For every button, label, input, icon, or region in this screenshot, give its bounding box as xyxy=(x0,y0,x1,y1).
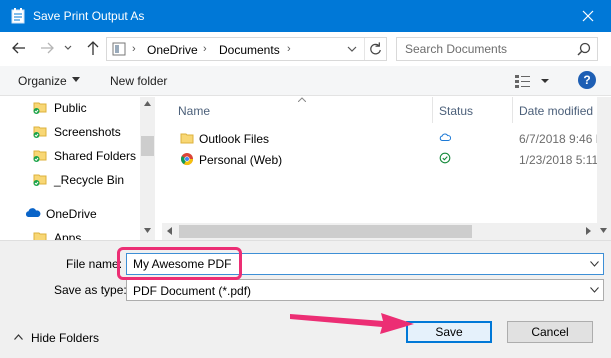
scroll-right-icon[interactable] xyxy=(586,227,591,235)
organize-caret-icon[interactable] xyxy=(72,77,80,83)
pointer-arrow-annotation xyxy=(290,313,414,334)
nav-item-label: Shared Folders xyxy=(54,149,137,163)
cancel-button[interactable]: Cancel xyxy=(507,321,593,343)
nav-item-label: OneDrive xyxy=(46,207,97,221)
nav-item-label: Screenshots xyxy=(54,125,121,139)
refresh-icon[interactable] xyxy=(364,38,386,60)
save-as-type-value: PDF Document (*.pdf) xyxy=(133,284,252,298)
nav-item-label: _Recycle Bin xyxy=(54,173,125,187)
save-options-panel: File name: Save as type: PDF Document (*… xyxy=(0,240,611,358)
cloud-status-icon xyxy=(439,133,451,141)
column-header-label: Date modified xyxy=(519,104,594,118)
hide-folders-button[interactable]: Hide Folders xyxy=(14,330,114,346)
back-button[interactable] xyxy=(10,40,28,56)
column-header-label: Status xyxy=(439,104,474,118)
folder-synced-icon xyxy=(33,102,47,114)
address-dropdown-icon[interactable] xyxy=(342,41,362,57)
save-as-type-select[interactable]: PDF Document (*.pdf) xyxy=(126,279,604,301)
breadcrumb-onedrive[interactable]: OneDrive xyxy=(147,43,198,57)
scrollbar-thumb[interactable] xyxy=(179,225,472,238)
window-title: Save Print Output As xyxy=(33,9,145,23)
nav-item-label: Apps xyxy=(54,231,82,240)
folder-icon xyxy=(33,232,47,240)
breadcrumb-separator[interactable]: › xyxy=(132,43,136,55)
check-status-icon xyxy=(439,152,451,164)
folder-icon xyxy=(180,133,194,144)
file-name-highlight xyxy=(117,247,242,280)
nav-item-apps[interactable]: Apps xyxy=(0,227,140,240)
location-icon xyxy=(112,42,126,56)
nav-item-label: Public xyxy=(54,101,87,115)
new-folder-button[interactable]: New folder xyxy=(110,74,167,88)
recent-locations-icon[interactable] xyxy=(62,40,74,56)
search-box[interactable] xyxy=(396,37,598,61)
save-as-type-label: Save as type: xyxy=(54,283,127,297)
navigation-scrollbar[interactable] xyxy=(140,97,155,240)
scrollbar-thumb[interactable] xyxy=(141,136,154,156)
search-input[interactable] xyxy=(397,38,569,60)
chevron-up-icon xyxy=(14,334,23,340)
notepad-icon xyxy=(11,8,25,24)
folder-synced-icon xyxy=(33,174,47,186)
scroll-up-icon[interactable] xyxy=(144,101,151,106)
nav-item-screenshots[interactable]: Screenshots xyxy=(0,121,140,143)
close-button[interactable] xyxy=(565,0,611,32)
hide-folders-label: Hide Folders xyxy=(31,331,100,345)
file-list: Name Status Date modified Outlook Files … xyxy=(162,97,611,240)
vertical-scrollbar[interactable] xyxy=(597,97,611,240)
title-bar: Save Print Output As xyxy=(0,0,611,32)
horizontal-scrollbar[interactable] xyxy=(162,223,597,240)
scroll-down-icon[interactable] xyxy=(144,228,151,233)
breadcrumb-separator[interactable]: › xyxy=(287,43,291,55)
help-button[interactable]: ? xyxy=(578,71,596,89)
column-header-label: Name xyxy=(178,104,211,118)
file-name-label: File name: xyxy=(66,257,123,271)
browser-icon xyxy=(180,153,193,166)
chevron-down-icon[interactable] xyxy=(590,261,599,267)
save-button[interactable]: Save xyxy=(406,321,492,343)
up-button[interactable] xyxy=(84,40,102,56)
cloud-icon xyxy=(25,208,41,217)
nav-item-shared-folders[interactable]: Shared Folders xyxy=(0,145,140,167)
nav-item-public[interactable]: Public xyxy=(0,97,140,119)
file-row-outlook-files[interactable]: Outlook Files 6/7/2018 9:46 PM xyxy=(162,128,611,148)
organize-button[interactable]: Organize xyxy=(18,74,67,88)
file-row-personal-web[interactable]: Personal (Web) 1/23/2018 5:11 PM xyxy=(162,149,611,169)
command-bar: Organize New folder ? xyxy=(0,66,611,96)
file-name: Personal (Web) xyxy=(199,153,283,167)
sort-ascending-icon xyxy=(298,97,306,102)
file-name: Outlook Files xyxy=(199,132,270,146)
navigation-pane: Public Screenshots Shared Folders _Recyc… xyxy=(0,97,155,240)
breadcrumb-documents[interactable]: Documents xyxy=(219,43,280,57)
nav-item-recycle-bin[interactable]: _Recycle Bin xyxy=(0,169,140,191)
address-bar[interactable]: › OneDrive › Documents › xyxy=(106,37,387,61)
breadcrumb-separator[interactable]: › xyxy=(203,43,207,55)
column-header-status[interactable]: Status xyxy=(433,97,513,123)
folder-synced-icon xyxy=(33,126,47,138)
forward-button[interactable] xyxy=(38,40,56,56)
nav-item-onedrive[interactable]: OneDrive xyxy=(0,203,140,225)
chevron-down-icon[interactable] xyxy=(590,287,599,293)
scroll-left-icon[interactable] xyxy=(167,227,172,235)
scroll-down-icon[interactable] xyxy=(600,228,607,233)
search-icon[interactable] xyxy=(577,42,591,56)
folder-synced-icon xyxy=(33,150,47,162)
address-row: › OneDrive › Documents › xyxy=(0,32,611,66)
view-options-icon[interactable] xyxy=(512,73,550,89)
